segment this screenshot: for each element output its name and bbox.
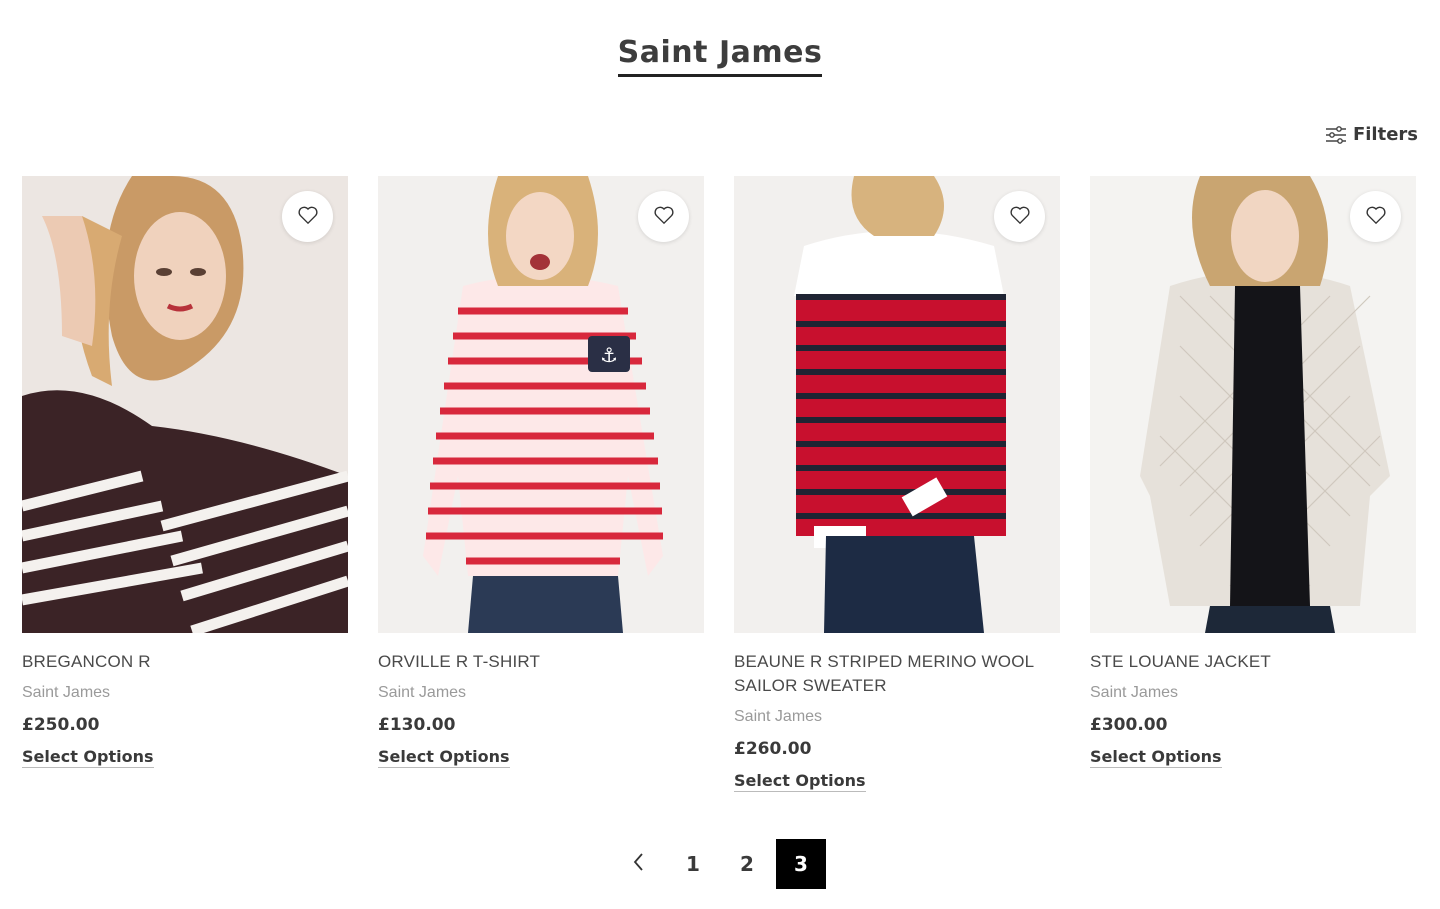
heart-icon xyxy=(653,205,675,229)
page-link-1[interactable]: 1 xyxy=(668,839,718,889)
select-options-link[interactable]: Select Options xyxy=(378,747,510,768)
page-title-wrap: Saint James xyxy=(0,34,1440,77)
product-brand: Saint James xyxy=(1090,684,1179,701)
heart-icon xyxy=(1365,205,1387,229)
select-options-link[interactable]: Select Options xyxy=(22,747,154,768)
product-name[interactable]: ORVILLE R T-SHIRT xyxy=(378,650,704,674)
product-name[interactable]: BREGANCON R xyxy=(22,650,348,674)
page-link-3-current[interactable]: 3 xyxy=(776,839,826,889)
product-image-link[interactable] xyxy=(1090,176,1416,633)
product-price: £130.00 xyxy=(378,715,456,735)
product-image-link[interactable] xyxy=(734,176,1060,633)
heart-icon xyxy=(1009,205,1031,229)
select-options-link[interactable]: Select Options xyxy=(1090,747,1222,768)
page-link-2[interactable]: 2 xyxy=(722,839,772,889)
product-card: ⚓ ORVILLE R T-SHIRT Saint James £130.00 … xyxy=(378,176,704,792)
product-name[interactable]: BEAUNE R STRIPED MERINO WOOL SAILOR SWEA… xyxy=(734,650,1060,698)
product-card: BEAUNE R STRIPED MERINO WOOL SAILOR SWEA… xyxy=(734,176,1060,792)
prev-page-button[interactable] xyxy=(614,839,664,889)
heart-icon xyxy=(297,205,319,229)
pagination: 1 2 3 xyxy=(0,839,1440,889)
product-image-link[interactable]: ⚓ xyxy=(378,176,704,633)
wishlist-button[interactable] xyxy=(994,191,1045,242)
product-grid: BREGANCON R Saint James £250.00 Select O… xyxy=(22,176,1416,792)
wishlist-button[interactable] xyxy=(282,191,333,242)
product-image xyxy=(22,176,348,633)
wishlist-button[interactable] xyxy=(1350,191,1401,242)
select-options-link[interactable]: Select Options xyxy=(734,771,866,792)
product-brand: Saint James xyxy=(22,684,111,701)
product-brand: Saint James xyxy=(734,708,823,725)
product-image-link[interactable] xyxy=(22,176,348,633)
product-price: £260.00 xyxy=(734,739,812,759)
product-brand: Saint James xyxy=(378,684,467,701)
filters-label: Filters xyxy=(1352,124,1418,145)
chevron-left-icon xyxy=(632,852,646,877)
product-image: ⚓ xyxy=(378,176,704,633)
product-image xyxy=(1090,176,1416,633)
product-price: £250.00 xyxy=(22,715,100,735)
product-price: £300.00 xyxy=(1090,715,1168,735)
product-card: STE LOUANE JACKET Saint James £300.00 Se… xyxy=(1090,176,1416,792)
product-card: BREGANCON R Saint James £250.00 Select O… xyxy=(22,176,348,792)
page-title: Saint James xyxy=(617,34,823,77)
sliders-icon xyxy=(1325,125,1347,145)
svg-text:⚓: ⚓ xyxy=(600,343,618,367)
product-name[interactable]: STE LOUANE JACKET xyxy=(1090,650,1416,674)
product-image xyxy=(734,176,1060,633)
wishlist-button[interactable] xyxy=(638,191,689,242)
filters-button[interactable]: Filters xyxy=(1325,124,1418,145)
